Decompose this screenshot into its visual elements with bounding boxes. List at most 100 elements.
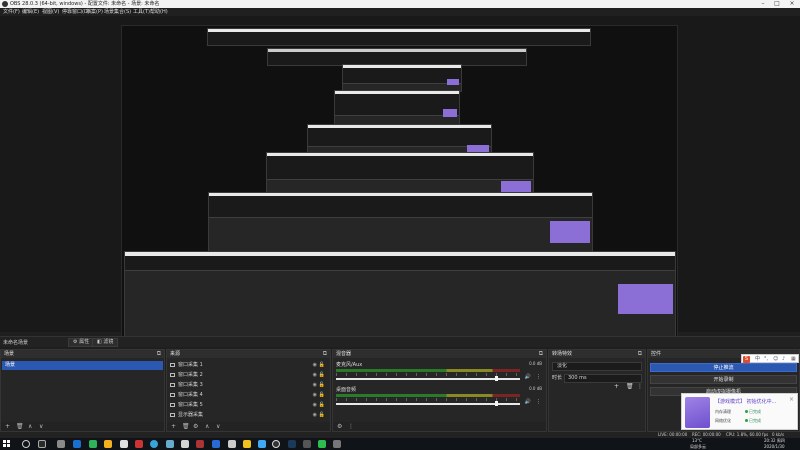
stop-streaming-button[interactable]: 停止推流: [650, 363, 797, 372]
mixer-channel: 麦克风/Aux 0.0 dB 🔊 ⋮: [335, 361, 544, 385]
maximize-icon[interactable]: □: [770, 0, 784, 8]
volume-slider-handle[interactable]: [495, 401, 498, 406]
channel-db: 0.0 dB: [529, 386, 542, 391]
chinese-mode-icon[interactable]: 中: [755, 355, 760, 364]
menu-view[interactable]: 视图(V): [42, 8, 59, 16]
move-down-icon[interactable]: ∨: [39, 422, 43, 431]
mixer-settings-icon[interactable]: ⚙: [337, 422, 342, 431]
remove-scene-icon[interactable]: 🗑: [16, 422, 24, 431]
steam-icon[interactable]: [288, 440, 296, 448]
app-icon[interactable]: [120, 440, 128, 448]
source-item[interactable]: 窗口采集 5 ◉ 🔓: [169, 401, 328, 410]
minimize-icon[interactable]: –: [756, 0, 770, 8]
scene-item[interactable]: 场景: [2, 361, 163, 370]
more-icon[interactable]: ⋮: [348, 422, 354, 431]
close-icon[interactable]: ×: [785, 0, 799, 8]
undock-icon[interactable]: ⧉: [323, 350, 327, 358]
windows-start-icon[interactable]: [3, 440, 11, 448]
meter-ticks: [336, 398, 520, 401]
app-icon[interactable]: [166, 440, 174, 448]
menu-file[interactable]: 文件(F): [3, 8, 20, 16]
app-icon[interactable]: [333, 440, 341, 448]
lock-icon[interactable]: 🔓: [319, 411, 325, 420]
lock-icon[interactable]: 🔓: [319, 381, 325, 390]
source-item[interactable]: 窗口采集 1 ◉ 🔓: [169, 361, 328, 370]
eye-icon[interactable]: ◉: [313, 361, 317, 370]
popup-title: 【游戏模式】 初始优化中...: [715, 399, 777, 405]
folder-icon[interactable]: [104, 440, 112, 448]
weather-desc[interactable]: 局部多云: [690, 444, 706, 450]
duration-input[interactable]: 300 ms: [564, 374, 642, 383]
punctuation-icon[interactable]: °,: [764, 355, 768, 364]
eye-icon[interactable]: ◉: [313, 371, 317, 380]
properties-button[interactable]: ⚙ 属性: [68, 338, 95, 347]
wechat-icon[interactable]: [318, 440, 326, 448]
filters-button[interactable]: ◧ 滤镜: [92, 338, 119, 347]
move-down-icon[interactable]: ∨: [216, 422, 220, 431]
clock-date[interactable]: 2020/1/30: [764, 444, 785, 450]
sogou-icon[interactable]: S: [743, 356, 750, 363]
app-icon[interactable]: [181, 440, 189, 448]
remove-source-icon[interactable]: 🗑: [182, 422, 190, 431]
app-icon[interactable]: [57, 440, 65, 448]
app-icon[interactable]: [73, 440, 81, 448]
source-item[interactable]: 显示器采集 ◉ 🔓: [169, 411, 328, 420]
app-icon[interactable]: [228, 440, 236, 448]
menu-tools[interactable]: 工具(T): [133, 8, 150, 16]
add-source-icon[interactable]: +: [171, 422, 176, 431]
eye-icon[interactable]: ◉: [313, 401, 317, 410]
gear-icon[interactable]: ⋮: [536, 374, 541, 380]
add-scene-icon[interactable]: +: [5, 422, 10, 431]
app-icon[interactable]: [135, 440, 143, 448]
move-up-icon[interactable]: ∧: [205, 422, 209, 431]
volume-slider[interactable]: [336, 378, 520, 380]
task-view-icon[interactable]: [38, 440, 46, 448]
lock-icon[interactable]: 🔓: [319, 391, 325, 400]
browser-icon[interactable]: [150, 440, 158, 448]
app-icon[interactable]: [196, 440, 204, 448]
speaker-icon[interactable]: 🔊: [525, 374, 531, 380]
app-icon[interactable]: [258, 440, 266, 448]
gear-icon[interactable]: ⋮: [536, 399, 541, 405]
duration-row: 时长 300 ms: [552, 374, 642, 383]
undock-icon[interactable]: ⧉: [157, 350, 161, 358]
source-item[interactable]: 窗口采集 4 ◉ 🔓: [169, 391, 328, 400]
eye-icon[interactable]: ◉: [313, 411, 317, 420]
grid-icon[interactable]: ▦: [791, 355, 796, 364]
volume-slider-handle[interactable]: [495, 376, 498, 381]
search-icon[interactable]: [22, 440, 30, 448]
source-settings-icon[interactable]: ⚙: [193, 422, 198, 431]
eye-icon[interactable]: ◉: [313, 391, 317, 400]
menu-edit[interactable]: 编辑(E): [22, 8, 39, 16]
app-icon[interactable]: [89, 440, 97, 448]
preview-area[interactable]: [0, 16, 800, 343]
undock-icon[interactable]: ⧉: [539, 350, 543, 358]
emoji-icon[interactable]: ☺: [773, 355, 778, 364]
lock-icon[interactable]: 🔓: [319, 361, 325, 370]
menu-scene-collection[interactable]: 场景集合(S): [104, 8, 131, 16]
nested-capture-top: [207, 28, 591, 46]
move-up-icon[interactable]: ∧: [28, 422, 32, 431]
eye-icon[interactable]: ◉: [313, 381, 317, 390]
lock-icon[interactable]: 🔓: [319, 401, 325, 410]
menu-profile[interactable]: 档案(P): [86, 8, 103, 16]
transition-select[interactable]: 淡化: [552, 362, 642, 371]
app-icon[interactable]: [243, 440, 251, 448]
volume-slider[interactable]: [336, 403, 520, 405]
transition-menu-icon[interactable]: ⋮: [637, 383, 643, 390]
app-icon[interactable]: [212, 440, 220, 448]
add-transition-icon[interactable]: +: [614, 383, 619, 390]
speaker-icon[interactable]: 🔊: [525, 399, 531, 405]
mic-icon[interactable]: ♪: [782, 355, 785, 364]
undock-icon[interactable]: ⧉: [638, 350, 642, 358]
popup-line-status: 已完成: [745, 418, 761, 424]
start-recording-button[interactable]: 开始录制: [650, 375, 797, 384]
menu-help[interactable]: 帮助(H): [150, 8, 168, 16]
close-icon[interactable]: ×: [789, 396, 794, 403]
source-item[interactable]: 窗口采集 2 ◉ 🔓: [169, 371, 328, 380]
app-icon[interactable]: [303, 440, 311, 448]
remove-transition-icon[interactable]: 🗑: [626, 383, 634, 390]
source-item[interactable]: 窗口采集 3 ◉ 🔓: [169, 381, 328, 390]
obs-taskbar-icon[interactable]: [272, 440, 280, 448]
lock-icon[interactable]: 🔓: [319, 371, 325, 380]
